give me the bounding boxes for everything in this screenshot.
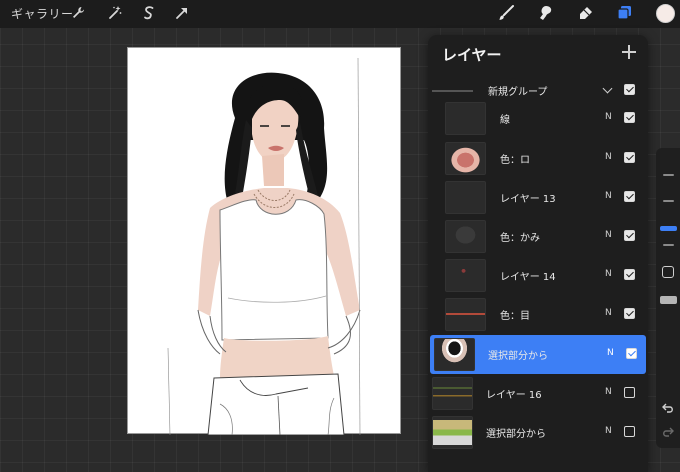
visibility-checkbox[interactable] [624, 269, 635, 280]
blend-mode[interactable]: N [605, 152, 612, 162]
layer-thumbnail [432, 416, 473, 449]
wrench-icon[interactable] [69, 4, 87, 22]
layer-thumbnail [445, 142, 486, 175]
layer-name: 選択部分から [488, 351, 548, 362]
opacity-slider[interactable] [660, 296, 677, 304]
layers-panel: レイヤー 新規グループ 線 N 色：ロ N レイヤー 13 N 色：かみ N レ… [428, 35, 648, 472]
layer-thumbnail [445, 102, 486, 135]
brush-size-tick [663, 174, 674, 176]
group-indicator [432, 90, 473, 92]
selection-icon[interactable] [140, 4, 158, 22]
layer-name: レイヤー 16 [486, 390, 542, 401]
layer-thumbnail [432, 377, 473, 410]
blend-mode[interactable]: N [605, 387, 612, 397]
visibility-checkbox[interactable] [624, 152, 635, 163]
brush-size-slider[interactable] [660, 226, 677, 231]
layer-row[interactable]: 色：目 N [428, 295, 648, 334]
group-name: 新規グループ [488, 87, 548, 98]
modify-button[interactable] [662, 266, 674, 278]
drawing-canvas[interactable] [127, 47, 401, 435]
visibility-checkbox[interactable] [624, 84, 635, 95]
magic-wand-icon[interactable] [106, 4, 124, 22]
layer-thumbnail [445, 298, 486, 331]
visibility-checkbox[interactable] [624, 426, 635, 437]
layer-name: 色：目 [500, 311, 530, 322]
blend-mode[interactable]: N [605, 112, 612, 122]
blend-mode[interactable]: N [605, 308, 612, 318]
blend-mode[interactable]: N [607, 348, 614, 358]
eraser-icon[interactable] [577, 4, 595, 22]
layer-thumbnail [445, 181, 486, 214]
chevron-down-icon[interactable] [602, 83, 613, 94]
layer-row[interactable]: 線 N [428, 99, 648, 138]
visibility-checkbox[interactable] [624, 308, 635, 319]
visibility-checkbox[interactable] [624, 191, 635, 202]
layer-row[interactable]: 色：ロ N [428, 139, 648, 178]
brush-size-tick [663, 244, 674, 246]
visibility-checkbox[interactable] [624, 112, 635, 123]
layer-row-selected[interactable]: 選択部分から N [430, 335, 646, 374]
layer-thumbnail [434, 338, 475, 371]
layer-name: 色：ロ [500, 155, 530, 166]
top-toolbar: ギャラリー [0, 0, 680, 28]
brush-size-tick [663, 200, 674, 202]
blend-mode[interactable]: N [605, 191, 612, 201]
layer-name: 選択部分から [486, 429, 546, 440]
add-layer-icon[interactable] [621, 44, 637, 60]
brush-icon[interactable] [497, 4, 515, 22]
layer-row[interactable]: 選択部分から N [428, 413, 648, 452]
blend-mode[interactable]: N [605, 269, 612, 279]
layer-row[interactable]: レイヤー 14 N [428, 256, 648, 295]
layer-thumbnail [445, 259, 486, 292]
transform-arrow-icon[interactable] [173, 4, 191, 22]
redo-icon[interactable] [661, 424, 675, 438]
visibility-checkbox[interactable] [624, 230, 635, 241]
layer-name: レイヤー 13 [500, 194, 556, 205]
layer-name: 色：かみ [500, 233, 540, 244]
blend-mode[interactable]: N [605, 230, 612, 240]
layer-row[interactable]: レイヤー 16 N [428, 374, 648, 413]
layer-name: 線 [500, 115, 510, 126]
panel-title: レイヤー [442, 46, 502, 64]
blend-mode[interactable]: N [605, 426, 612, 436]
layer-row[interactable]: 色：かみ N [428, 217, 648, 256]
layer-name: レイヤー 14 [500, 272, 556, 283]
visibility-checkbox[interactable] [624, 387, 635, 398]
gallery-button[interactable]: ギャラリー [11, 5, 74, 22]
layer-thumbnail [445, 220, 486, 253]
canvas-artwork [167, 57, 361, 435]
layers-icon[interactable] [615, 4, 633, 22]
layer-row[interactable]: レイヤー 13 N [428, 178, 648, 217]
visibility-checkbox[interactable] [626, 348, 637, 359]
side-control-bar [656, 148, 680, 448]
smudge-icon[interactable] [537, 4, 555, 22]
undo-icon[interactable] [661, 400, 675, 414]
current-color-swatch[interactable] [656, 4, 675, 23]
